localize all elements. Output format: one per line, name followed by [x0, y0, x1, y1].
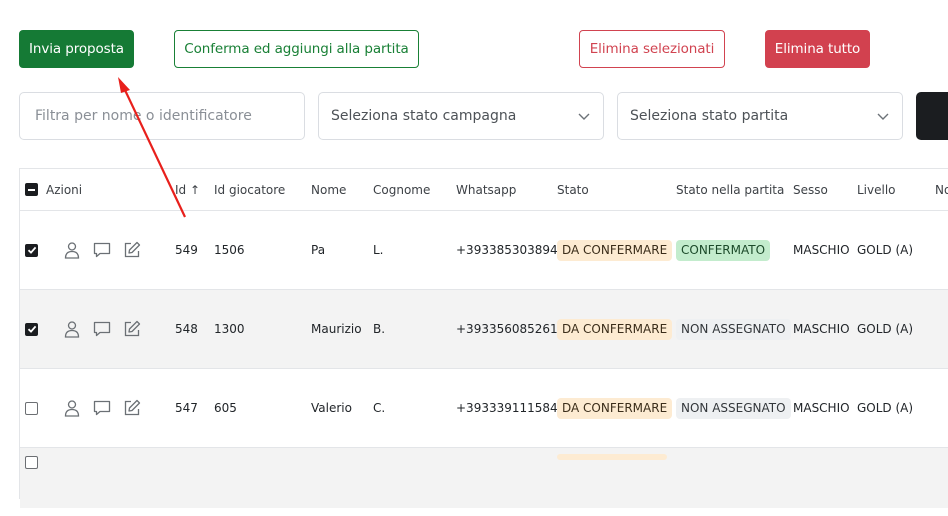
chevron-down-icon: [578, 113, 590, 120]
match-status-value: Seleziona stato partita: [630, 108, 789, 124]
cell-id: 547: [175, 401, 198, 415]
row-checkbox[interactable]: [25, 243, 38, 257]
user-icon[interactable]: [62, 240, 82, 260]
row-actions: [62, 211, 142, 289]
row-checkbox[interactable]: [25, 401, 38, 415]
row-actions: [62, 369, 142, 447]
cell-name: Maurizio: [311, 322, 362, 336]
delete-all-button[interactable]: Elimina tutto: [765, 30, 870, 68]
column-header-surname[interactable]: Cognome: [373, 169, 430, 210]
cell-surname: C.: [373, 401, 386, 415]
chat-icon[interactable]: [92, 319, 112, 339]
chat-icon[interactable]: [92, 398, 112, 418]
check-icon: [27, 246, 36, 254]
table-row: 549 1506 Pa L. +393385303894 DA CONFERMA…: [20, 211, 948, 290]
table-row: 548 1300 Maurizio B. +393356085261 DA CO…: [20, 290, 948, 369]
status-badge: DA CONFERMARE: [557, 239, 673, 261]
cell-level: GOLD (A): [857, 401, 914, 415]
cell-name: Pa: [311, 243, 326, 257]
match-status-badge: NON ASSEGNATO: [676, 318, 791, 340]
search-submit-button[interactable]: [916, 92, 948, 140]
search-placeholder: Filtra per nome o identificatore: [35, 108, 252, 124]
cell-level: GOLD (A): [857, 243, 914, 257]
cell-player-id: 1300: [214, 322, 245, 336]
status-badge-partial: [557, 454, 667, 460]
column-header-actions: Azioni: [46, 182, 83, 197]
chat-icon[interactable]: [92, 240, 112, 260]
cell-sex: MASCHIO: [793, 243, 850, 257]
players-table: Azioni Id ↑ Id giocatore Nome Cognome Wh…: [19, 168, 948, 508]
status-badge: DA CONFERMARE: [557, 318, 673, 340]
match-status-select[interactable]: Seleziona stato partita: [617, 92, 903, 140]
column-header-match-status[interactable]: Stato nella partita: [676, 169, 784, 210]
chevron-down-icon: [877, 113, 889, 120]
user-icon[interactable]: [62, 398, 82, 418]
column-header-id-label: Id: [175, 182, 187, 197]
cell-level: GOLD (A): [857, 322, 914, 336]
match-status-badge: NON ASSEGNATO: [676, 397, 791, 419]
column-header-name[interactable]: Nome: [311, 169, 346, 210]
cell-sex: MASCHIO: [793, 322, 850, 336]
edit-icon[interactable]: [122, 398, 142, 418]
column-header-id[interactable]: Id ↑: [175, 169, 200, 210]
column-header-status[interactable]: Stato: [557, 169, 589, 210]
column-header-whatsapp[interactable]: Whatsapp: [456, 169, 516, 210]
cell-sex: MASCHIO: [793, 401, 850, 415]
cell-whatsapp: +393356085261: [456, 322, 558, 336]
send-proposal-button[interactable]: Invia proposta: [19, 30, 134, 68]
cell-whatsapp: +393339111584: [456, 401, 558, 415]
user-icon[interactable]: [62, 319, 82, 339]
table-header: Azioni Id ↑ Id giocatore Nome Cognome Wh…: [20, 169, 948, 211]
column-header-sex[interactable]: Sesso: [793, 169, 828, 210]
column-header-player-id[interactable]: Id giocatore: [214, 169, 285, 210]
cell-name: Valerio: [311, 401, 352, 415]
table-row: [20, 448, 948, 508]
row-actions: [62, 290, 142, 368]
campaign-status-value: Seleziona stato campagna: [331, 108, 517, 124]
status-badge: DA CONFERMARE: [557, 397, 673, 419]
column-header-truncated[interactable]: No: [935, 169, 948, 210]
sort-ascending-icon: ↑: [189, 182, 201, 197]
row-checkbox[interactable]: [25, 456, 38, 469]
table-row: 547 605 Valerio C. +393339111584 DA CONF…: [20, 369, 948, 448]
cell-surname: L.: [373, 243, 384, 257]
cell-player-id: 1506: [214, 243, 245, 257]
campaign-status-select[interactable]: Seleziona stato campagna: [318, 92, 604, 140]
match-status-badge: CONFERMATO: [676, 239, 771, 261]
select-all-checkbox[interactable]: [25, 183, 38, 196]
cell-surname: B.: [373, 322, 386, 336]
check-icon: [27, 325, 36, 333]
cell-id: 549: [175, 243, 198, 257]
column-header-level[interactable]: Livello: [857, 169, 896, 210]
cell-player-id: 605: [214, 401, 237, 415]
cell-whatsapp: +393385303894: [456, 243, 558, 257]
edit-icon[interactable]: [122, 319, 142, 339]
search-input[interactable]: Filtra per nome o identificatore: [19, 92, 305, 140]
confirm-add-to-match-button[interactable]: Conferma ed aggiungi alla partita: [174, 30, 419, 68]
row-checkbox[interactable]: [25, 322, 38, 336]
edit-icon[interactable]: [122, 240, 142, 260]
delete-selected-button[interactable]: Elimina selezionati: [579, 30, 725, 68]
cell-id: 548: [175, 322, 198, 336]
